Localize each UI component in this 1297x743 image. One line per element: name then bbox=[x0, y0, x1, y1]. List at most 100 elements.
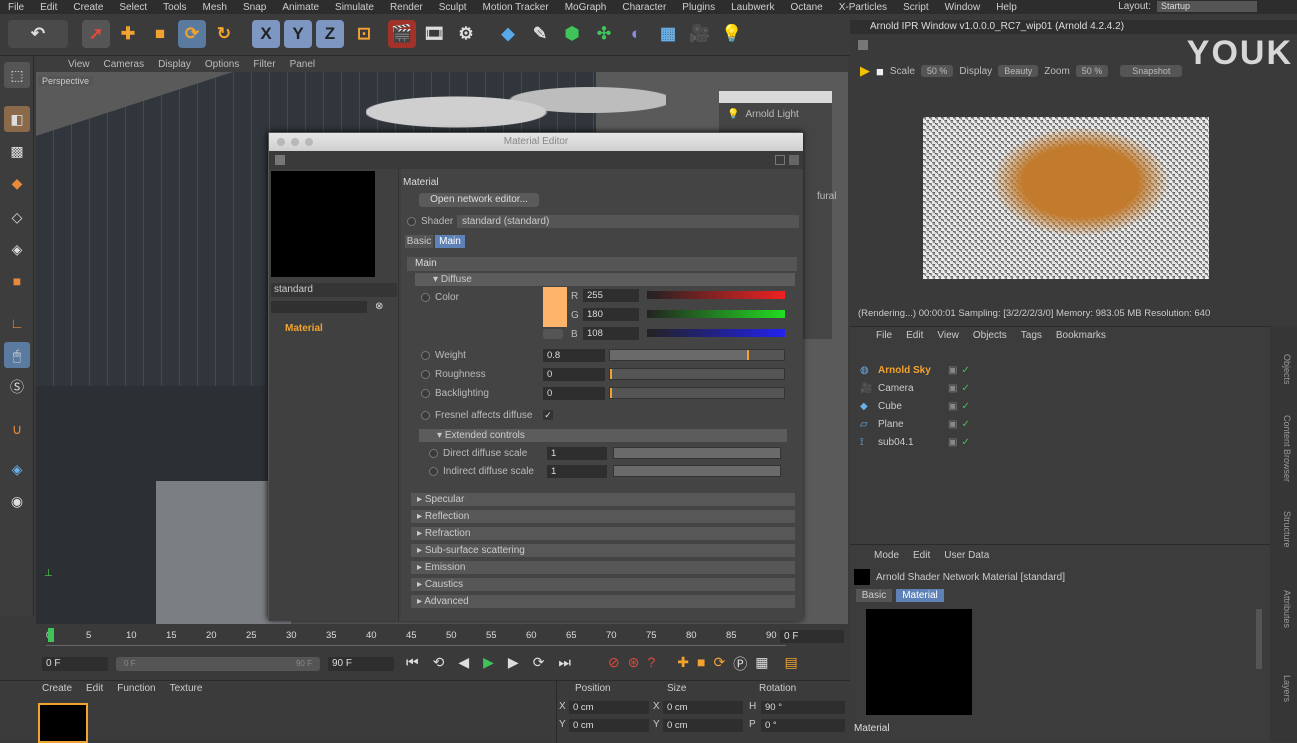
keyframe-selection-icon[interactable]: ? bbox=[647, 654, 655, 674]
object-menu-view[interactable]: View bbox=[937, 330, 959, 341]
indirect-diffuse-keyframe-icon[interactable] bbox=[429, 467, 438, 476]
object-row[interactable]: ▱ Plane ▣ ✓ bbox=[860, 417, 1260, 432]
backlighting-field[interactable]: 0 bbox=[543, 387, 605, 400]
material-menu-create[interactable]: Create bbox=[42, 683, 72, 694]
visibility-toggle-icon[interactable]: ▣ bbox=[948, 401, 957, 412]
close-icon[interactable] bbox=[277, 138, 285, 146]
roughness-slider[interactable] bbox=[609, 368, 785, 380]
ipr-menu-icon[interactable] bbox=[858, 40, 868, 50]
arnold-light-row[interactable]: 💡 Arnold Light bbox=[719, 103, 832, 126]
object-mode-icon[interactable]: ■ bbox=[4, 268, 30, 294]
move-icon[interactable]: ✚ bbox=[114, 20, 142, 48]
channel-material[interactable]: Material bbox=[285, 323, 323, 334]
playhead[interactable] bbox=[48, 628, 54, 642]
display-dropdown[interactable]: Beauty bbox=[998, 65, 1039, 77]
indirect-diffuse-field[interactable]: 1 bbox=[547, 465, 607, 478]
viewport-menu-view[interactable]: View bbox=[68, 59, 90, 70]
light-icon[interactable]: 💡 bbox=[718, 20, 746, 48]
axis-mode-icon[interactable]: ∟ bbox=[4, 310, 30, 336]
object-row[interactable]: 🎥 Camera ▣ ✓ bbox=[860, 381, 1260, 396]
minimize-icon[interactable] bbox=[291, 138, 299, 146]
attr-menu-edit[interactable]: Edit bbox=[913, 550, 930, 561]
object-menu-edit[interactable]: Edit bbox=[906, 330, 923, 341]
goto-end-icon[interactable]: ⏭ bbox=[558, 654, 571, 671]
side-tab-objects[interactable]: Objects bbox=[1274, 332, 1292, 406]
material-menu-texture[interactable]: Texture bbox=[170, 683, 203, 694]
snap-icon[interactable]: Ⓢ bbox=[4, 374, 30, 400]
object-row[interactable]: ⟟ sub04.1 ▣ ✓ bbox=[860, 435, 1260, 450]
key-param-icon[interactable]: Ⓟ bbox=[733, 654, 747, 674]
roughness-keyframe-icon[interactable] bbox=[421, 370, 430, 379]
viewport-menu-panel[interactable]: Panel bbox=[290, 59, 316, 70]
channel-filter-field[interactable] bbox=[271, 301, 367, 313]
roughness-field[interactable]: 0 bbox=[543, 368, 605, 381]
enable-check-icon[interactable]: ✓ bbox=[961, 365, 969, 376]
next-key-icon[interactable]: ⟳ bbox=[533, 654, 545, 671]
section-caustics[interactable]: ▸ Caustics bbox=[411, 578, 795, 591]
workplane-icon[interactable]: ◈ bbox=[4, 456, 30, 482]
viewport-menu-cameras[interactable]: Cameras bbox=[104, 59, 145, 70]
shader-dropdown[interactable]: standard (standard) bbox=[457, 215, 799, 228]
object-menu-file[interactable]: File bbox=[876, 330, 892, 341]
attr-tab-material[interactable]: Material bbox=[896, 589, 944, 602]
visibility-toggle-icon[interactable]: ▣ bbox=[948, 419, 957, 430]
texture-mode-icon[interactable]: ▩ bbox=[4, 138, 30, 164]
refresh-icon[interactable]: ⊗ bbox=[375, 301, 383, 312]
indirect-diffuse-slider[interactable] bbox=[613, 465, 781, 477]
material-menu-function[interactable]: Function bbox=[117, 683, 155, 694]
floor-icon[interactable]: ▦ bbox=[654, 20, 682, 48]
tab-main[interactable]: Main bbox=[435, 235, 465, 248]
play-icon[interactable]: ▶ bbox=[860, 63, 870, 79]
prev-frame-icon[interactable]: ◀ bbox=[458, 654, 469, 671]
menu-item-edit[interactable]: Edit bbox=[32, 2, 65, 13]
snapshot-button[interactable]: Snapshot bbox=[1120, 65, 1183, 77]
object-menu-tags[interactable]: Tags bbox=[1021, 330, 1042, 341]
menu-item-select[interactable]: Select bbox=[111, 2, 155, 13]
object-row[interactable]: ◍ Arnold Sky ▣ ✓ bbox=[860, 363, 1260, 378]
shader-keyframe-icon[interactable] bbox=[407, 217, 416, 226]
menu-item-x-particles[interactable]: X-Particles bbox=[831, 2, 895, 13]
object-menu-objects[interactable]: Objects bbox=[973, 330, 1007, 341]
coord-icon[interactable]: ⊡ bbox=[350, 20, 378, 48]
prev-key-icon[interactable]: ⟲ bbox=[433, 654, 445, 671]
side-tab-layers[interactable]: Layers bbox=[1274, 652, 1292, 726]
menu-item-laubwerk[interactable]: Laubwerk bbox=[723, 2, 782, 13]
layout-selector[interactable]: Layout: Startup bbox=[1118, 1, 1257, 12]
viewport-menu-display[interactable]: Display bbox=[158, 59, 191, 70]
maximize-icon[interactable] bbox=[305, 138, 313, 146]
attr-scrollbar[interactable] bbox=[1256, 609, 1262, 669]
current-frame-field[interactable]: 0 F bbox=[780, 630, 844, 643]
weight-keyframe-icon[interactable] bbox=[421, 351, 430, 360]
rgb-b-field[interactable]: 108 bbox=[583, 327, 639, 340]
scale-icon[interactable]: ■ bbox=[146, 20, 174, 48]
enable-check-icon[interactable]: ✓ bbox=[961, 383, 969, 394]
side-tab-structure[interactable]: Structure bbox=[1274, 492, 1292, 566]
rgb-g-field[interactable]: 180 bbox=[583, 308, 639, 321]
scale-dropdown[interactable]: 50 % bbox=[920, 65, 954, 77]
section-refraction[interactable]: ▸ Refraction bbox=[411, 527, 795, 540]
extended-controls-header[interactable]: ▾ Extended controls bbox=[419, 429, 787, 442]
section-emission[interactable]: ▸ Emission bbox=[411, 561, 795, 574]
next-frame-icon[interactable]: ▶ bbox=[508, 654, 519, 671]
menu-icon[interactable] bbox=[275, 155, 285, 165]
enable-check-icon[interactable]: ✓ bbox=[961, 419, 969, 430]
select-icon[interactable]: ➚ bbox=[82, 20, 110, 48]
enable-check-icon[interactable]: ✓ bbox=[961, 437, 969, 448]
visibility-toggle-icon[interactable]: ▣ bbox=[948, 383, 957, 394]
weight-slider[interactable] bbox=[609, 349, 785, 361]
menu-item-mesh[interactable]: Mesh bbox=[195, 2, 235, 13]
stop-icon[interactable]: ■ bbox=[876, 64, 884, 79]
model-mode-icon[interactable]: ◧ bbox=[4, 106, 30, 132]
object-row[interactable]: ◆ Cube ▣ ✓ bbox=[860, 399, 1260, 414]
attr-tab-basic[interactable]: Basic bbox=[856, 589, 892, 602]
menu-item-snap[interactable]: Snap bbox=[235, 2, 274, 13]
tab-basic[interactable]: Basic bbox=[405, 235, 433, 248]
size-field[interactable]: 0 cm bbox=[663, 719, 743, 732]
x-axis-icon[interactable]: X bbox=[252, 20, 280, 48]
menu-item-octane[interactable]: Octane bbox=[782, 2, 830, 13]
section-specular[interactable]: ▸ Specular bbox=[411, 493, 795, 506]
section-advanced[interactable]: ▸ Advanced bbox=[411, 595, 795, 608]
menu-item-tools[interactable]: Tools bbox=[155, 2, 194, 13]
direct-diffuse-keyframe-icon[interactable] bbox=[429, 449, 438, 458]
rotate-alt-icon[interactable]: ↻ bbox=[210, 20, 238, 48]
